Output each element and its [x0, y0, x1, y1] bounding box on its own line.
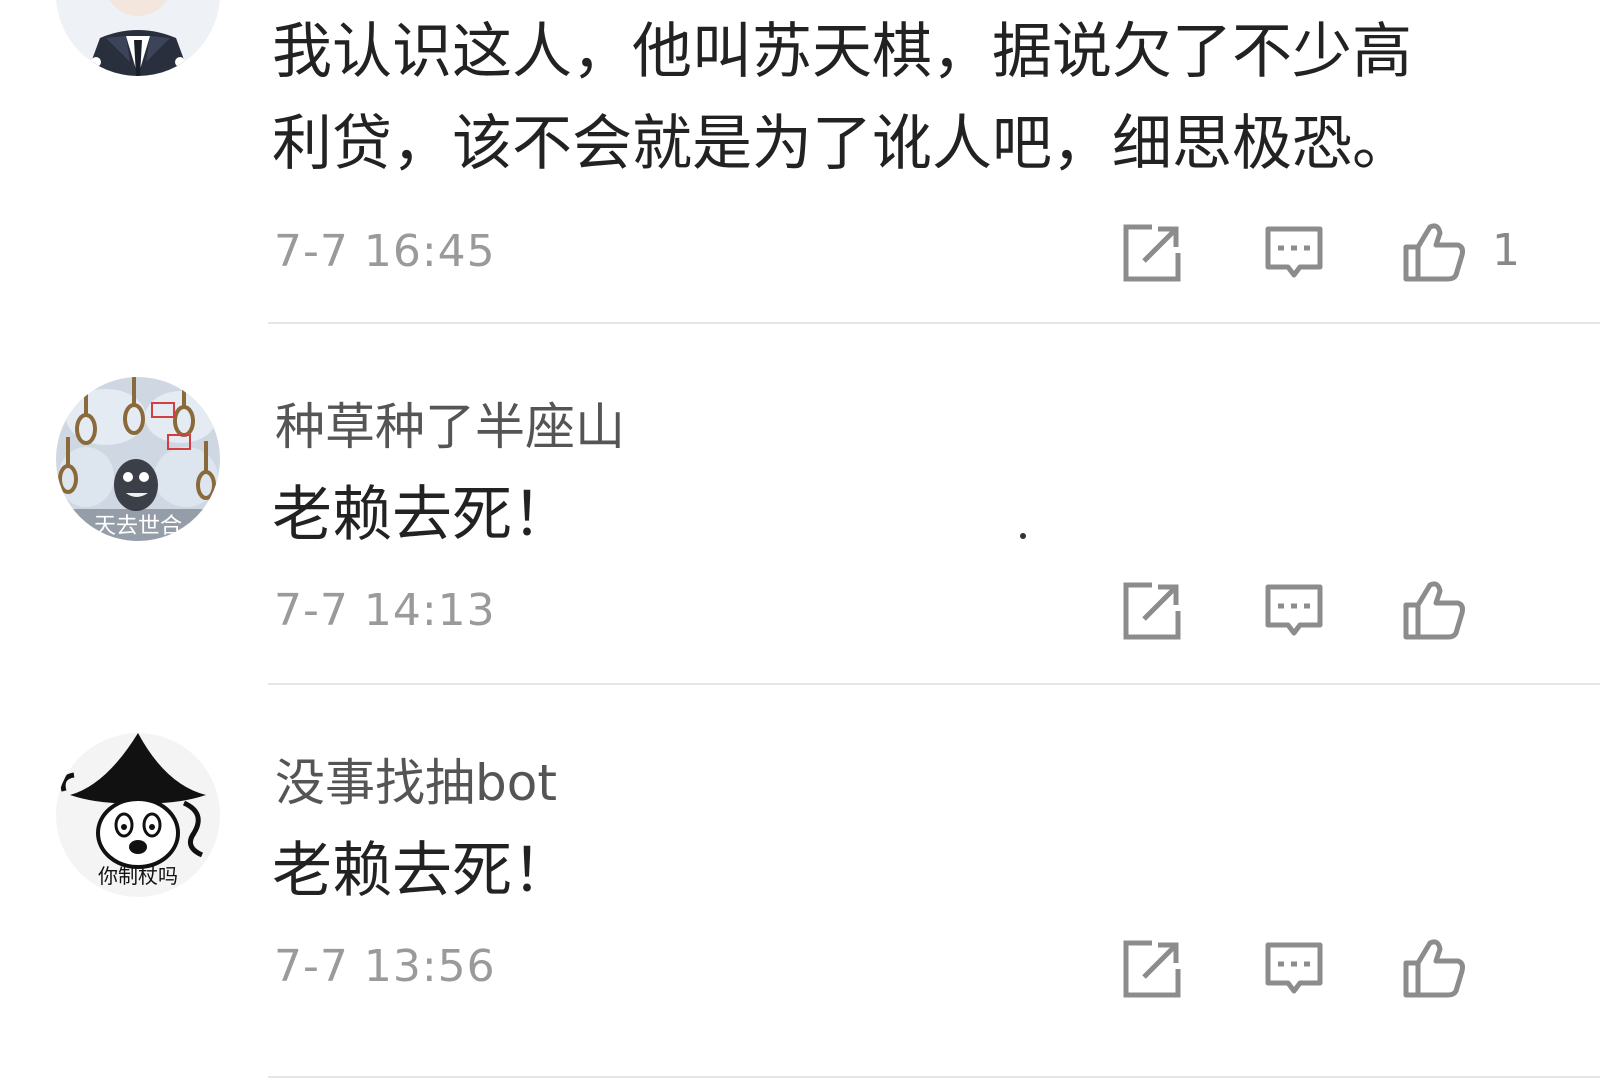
reply-icon [1265, 226, 1323, 278]
comment-text-line: 老赖去死！ [272, 480, 572, 550]
comment-text-line: 利贷，该不会就是为了讹人吧，细思极恐。 [272, 109, 1412, 179]
like-icon [1403, 223, 1465, 282]
comment-time: 7-7 14:13 [274, 585, 496, 636]
comment-text: 我认识这人，他叫苏天棋，据说欠了不少高 利贷，该不会就是为了讹人吧，细思极恐。 [272, 6, 1412, 190]
comment-time: 7-7 13:56 [274, 941, 496, 992]
share-icon [1123, 582, 1181, 640]
reply-button[interactable] [1260, 577, 1328, 645]
like-icon [1403, 581, 1465, 640]
avatar[interactable]: 天去世合 [56, 377, 220, 541]
cat-noose-meme-avatar-icon: 天去世合 [56, 377, 220, 541]
comment-text: 老赖去死！ [272, 469, 572, 561]
like-button[interactable] [1400, 575, 1468, 643]
like-count: 1 [1492, 225, 1520, 276]
comment-item: 天去世合 种草种了半座山 老赖去死！ 7-7 14:13 [0, 325, 1600, 685]
cartoon-suit-avatar-icon [56, 0, 220, 76]
share-button[interactable] [1118, 935, 1186, 1003]
comment-item: 我认识这人，他叫苏天棋，据说欠了不少高 利贷，该不会就是为了讹人吧，细思极恐。 … [0, 0, 1600, 325]
comment-text: 老赖去死！ [272, 825, 572, 917]
reply-icon [1265, 584, 1323, 636]
comment-time: 7-7 16:45 [274, 226, 496, 277]
comment-text-line: 我认识这人，他叫苏天棋，据说欠了不少高 [272, 17, 1412, 87]
comment-item: 你制杖吗 没事找抽bot 老赖去死！ 7-7 13:56 [0, 685, 1600, 1080]
share-button[interactable] [1118, 577, 1186, 645]
username[interactable]: 没事找抽bot [275, 743, 557, 815]
username[interactable]: 种草种了半座山 [275, 387, 625, 459]
comment-text-line: 老赖去死！ [272, 836, 572, 906]
share-icon [1123, 940, 1181, 998]
share-button[interactable] [1118, 219, 1186, 287]
avatar[interactable] [56, 0, 220, 76]
stray-dot [1020, 533, 1026, 539]
avatar-caption: 你制杖吗 [98, 864, 178, 888]
avatar-caption: 天去世合 [94, 514, 182, 539]
like-icon [1403, 939, 1465, 998]
reply-button[interactable] [1260, 935, 1328, 1003]
divider [268, 322, 1600, 324]
like-button[interactable] [1400, 933, 1468, 1001]
wizard-meme-avatar-icon: 你制杖吗 [56, 733, 220, 897]
reply-button[interactable] [1260, 219, 1328, 287]
avatar[interactable]: 你制杖吗 [56, 733, 220, 897]
reply-icon [1265, 942, 1323, 994]
comment-list: 我认识这人，他叫苏天棋，据说欠了不少高 利贷，该不会就是为了讹人吧，细思极恐。 … [0, 0, 1600, 1080]
like-button[interactable] [1400, 217, 1468, 285]
divider [268, 1076, 1600, 1078]
share-icon [1123, 224, 1181, 282]
